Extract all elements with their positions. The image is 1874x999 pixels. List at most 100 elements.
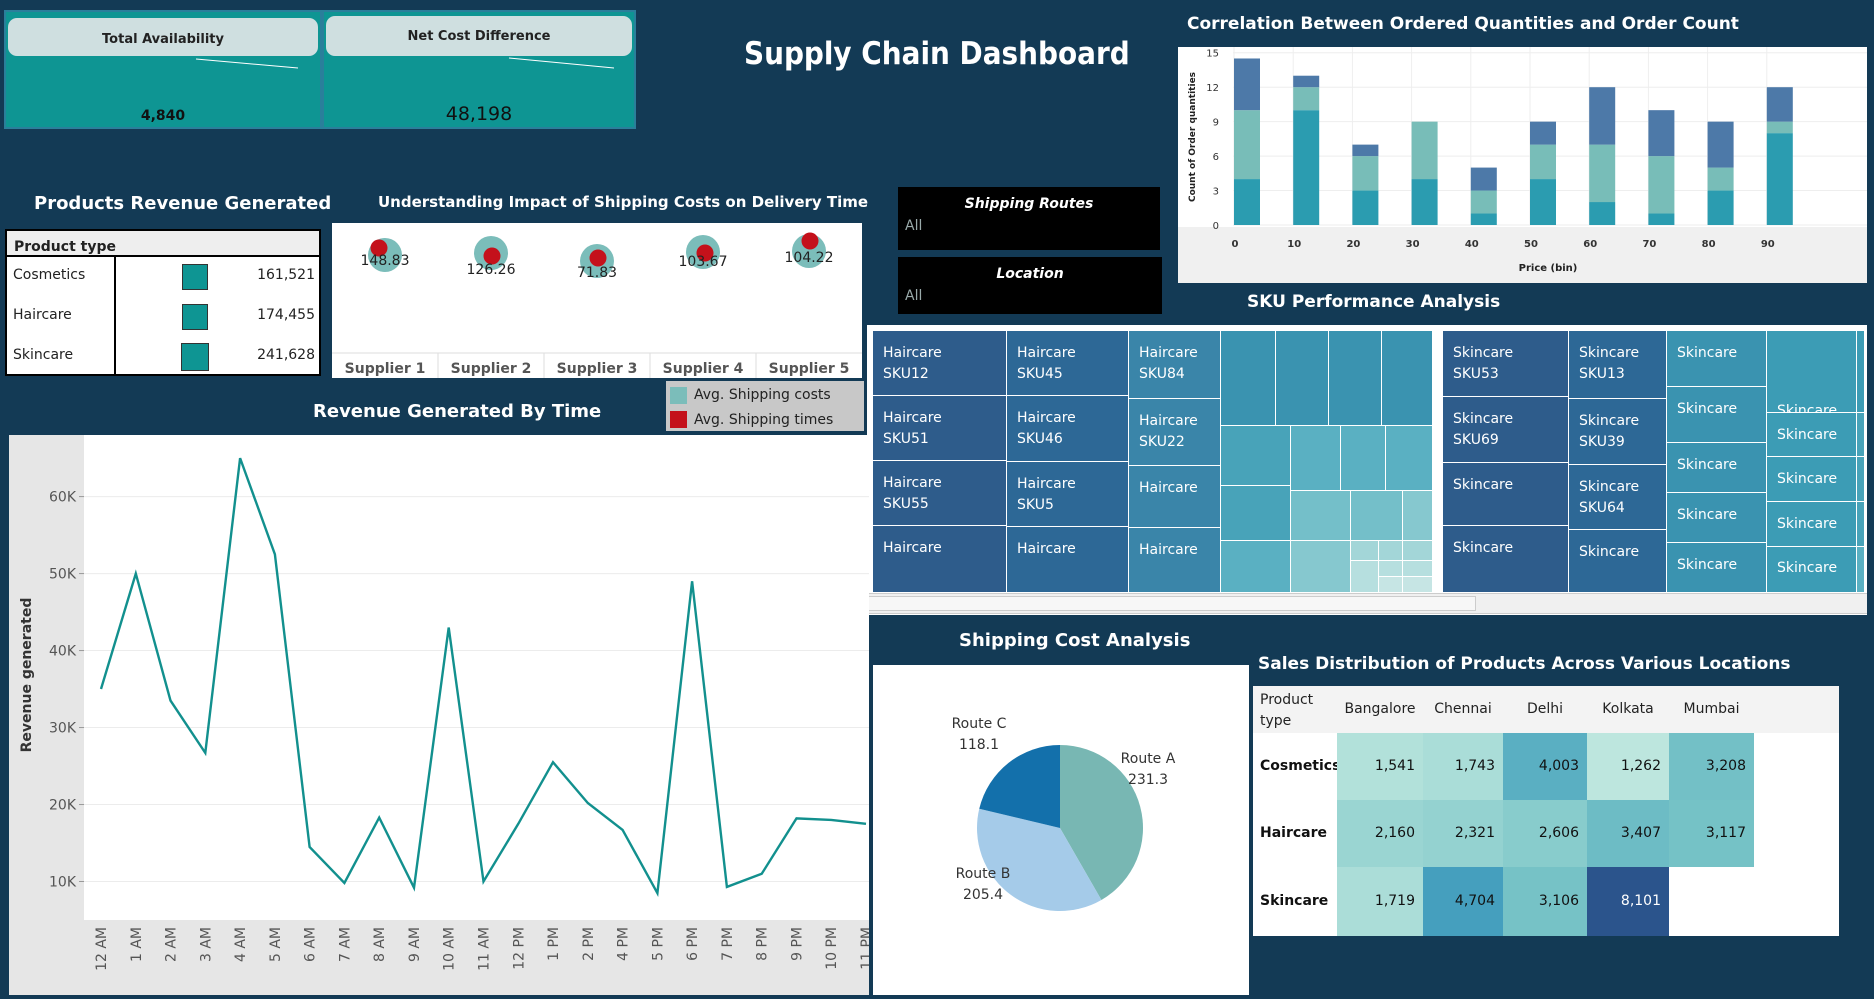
bar-segment: [1352, 144, 1379, 157]
bar-segment: [1707, 121, 1734, 168]
sku-tile: Skincare: [1443, 526, 1569, 593]
correlation-title: Correlation Between Ordered Quantities a…: [1187, 14, 1739, 34]
filter-value[interactable]: All: [898, 288, 1162, 304]
correlation-chart: 0 3 6 9 12 15 0 10 20 30 40 50 60 70 80 90 Price (bin) Co…: [1178, 47, 1867, 283]
line-xtick: 4 AM: [233, 927, 249, 962]
sku-tile: Skincare: [1667, 443, 1767, 493]
legend-swatch-costs: [670, 387, 687, 404]
bar-segment: [1293, 87, 1320, 111]
heatmap-cell: 2,321: [1423, 800, 1503, 867]
scrollbar-thumb[interactable]: [868, 596, 1476, 611]
bar-segment: [1648, 213, 1675, 225]
revenue-row-value: 161,521: [257, 267, 315, 283]
pie-title: Shipping Cost Analysis: [959, 630, 1191, 651]
bar-xtick: 50: [1524, 239, 1538, 250]
line-xtick: 9 PM: [789, 927, 805, 961]
bar-segment: [1293, 110, 1320, 225]
sku-tile: Skincare: [1569, 530, 1667, 593]
line-ytick: 30K: [49, 721, 77, 737]
legend-swatch-times: [670, 411, 687, 428]
sku-tile: Skincare: [1767, 457, 1857, 502]
sku-tile: [1351, 541, 1379, 561]
line-xtick: 10 AM: [442, 927, 458, 971]
heatmap-cell: 1,262: [1587, 733, 1669, 800]
shipping-impact-legend: Avg. Shipping costs Avg. Shipping times: [666, 381, 864, 431]
bar-segment: [1293, 75, 1320, 88]
line-xtick: 11 PM: [859, 927, 869, 970]
bar-segment: [1766, 87, 1793, 122]
revenue-time-title: Revenue Generated By Time: [313, 401, 602, 422]
line-xtick: 7 PM: [720, 927, 736, 961]
filter-shipping-routes[interactable]: Shipping Routes All: [898, 187, 1160, 250]
sku-tile: Haircare: [873, 526, 1007, 593]
bar-segment: [1707, 190, 1734, 225]
kpi-net-cost-difference: Net Cost Difference 48,198: [322, 10, 636, 129]
bar-xtick: 0: [1232, 239, 1239, 250]
revenue-table-header: Product type: [7, 231, 319, 257]
line-xtick: 2 AM: [164, 927, 180, 962]
heatmap-cell: 1,743: [1423, 733, 1503, 800]
line-ytick: 10K: [49, 875, 77, 891]
pie-label: Route B: [956, 866, 1011, 882]
sku-tile: [1379, 561, 1403, 577]
sku-tile: Haircare SKU55: [873, 461, 1007, 526]
bar-segment: [1234, 58, 1260, 111]
pie-value: 205.4: [963, 887, 1003, 903]
heatmap-cell: 2,606: [1503, 800, 1587, 867]
sku-tile: [1221, 426, 1291, 486]
bar-segment: [1352, 156, 1379, 191]
bar-segment: [1352, 190, 1379, 225]
filter-value[interactable]: All: [898, 218, 1160, 234]
filter-title: Location: [996, 266, 1064, 282]
line-xtick: 6 AM: [303, 927, 319, 962]
revenue-time-chart: 10K 20K 30K 40K 50K 60K Revenue generated 12 AM…: [9, 435, 875, 995]
sku-treemap: Haircare SKU12 Haircare SKU51 Haircare SKU55 H…: [867, 325, 1867, 615]
supplier-value-label: 104.22: [785, 250, 834, 266]
heatmap-row-label: Haircare: [1260, 825, 1328, 841]
line-ytick: 20K: [49, 798, 77, 814]
line-ytick: 40K: [49, 644, 77, 660]
bar-segment: [1589, 144, 1616, 203]
sku-tile: Haircare SKU22: [1129, 399, 1221, 466]
sku-tile: Skincare SKU53: [1443, 331, 1569, 397]
revenue-row-value: 174,455: [257, 307, 315, 323]
heatmap-cell: 3,208: [1669, 733, 1754, 800]
bar-segment: [1234, 179, 1260, 225]
heatmap-col-label: Kolkata: [1602, 701, 1654, 717]
revenue-line-svg: 10K 20K 30K 40K 50K 60K Revenue generated 12 AM…: [19, 435, 875, 971]
pie-label: Route A: [1121, 751, 1176, 767]
heatmap-cell: 3,117: [1669, 800, 1754, 867]
supplier-axis-label: Supplier 1: [345, 361, 426, 377]
filter-location[interactable]: Location All: [898, 257, 1162, 314]
line-xtick: 9 AM: [407, 927, 423, 962]
line-xtick: 8 PM: [755, 927, 771, 961]
sku-tile: [1857, 547, 1865, 593]
shipping-impact-chart: 148.83 Supplier 1 126.26 Supplier 2 71.83 Sup…: [332, 223, 862, 378]
supplier-scatter: 148.83 Supplier 1 126.26 Supplier 2 71.83 Sup…: [332, 232, 862, 378]
treemap-scrollbar[interactable]: [867, 593, 1867, 614]
heatmap: Product type Bangalore Chennai Delhi Kolkata…: [1253, 686, 1839, 936]
line-xtick: 5 AM: [268, 927, 284, 962]
bar-segment: [1707, 167, 1734, 191]
sku-tile: Skincare: [1767, 331, 1857, 419]
sku-tile: Haircare SKU84: [1129, 331, 1221, 399]
sku-tile: [1341, 426, 1386, 491]
line-xtick: 12 AM: [94, 927, 110, 971]
line-ytick: 60K: [49, 490, 77, 506]
sku-tile: Skincare: [1767, 502, 1857, 547]
sku-tile: [1403, 541, 1433, 561]
sku-tile: [1857, 457, 1865, 502]
heatmap-col-label: Bangalore: [1344, 701, 1416, 717]
bar-segment: [1470, 213, 1497, 225]
sku-tile: [1403, 491, 1433, 541]
bar-xtick: 40: [1465, 239, 1479, 250]
bar-xtick: 80: [1702, 239, 1716, 250]
supplier-axis-label: Supplier 5: [769, 361, 850, 377]
bar-segment: [1589, 87, 1616, 145]
sku-tile: [1351, 561, 1379, 593]
bar-ytick: 3: [1213, 187, 1219, 198]
bar-ytick: 6: [1213, 152, 1219, 163]
sku-tile: [1382, 331, 1433, 426]
heatmap-cell: 1,541: [1337, 733, 1423, 800]
sku-tile: Skincare SKU64: [1569, 465, 1667, 530]
